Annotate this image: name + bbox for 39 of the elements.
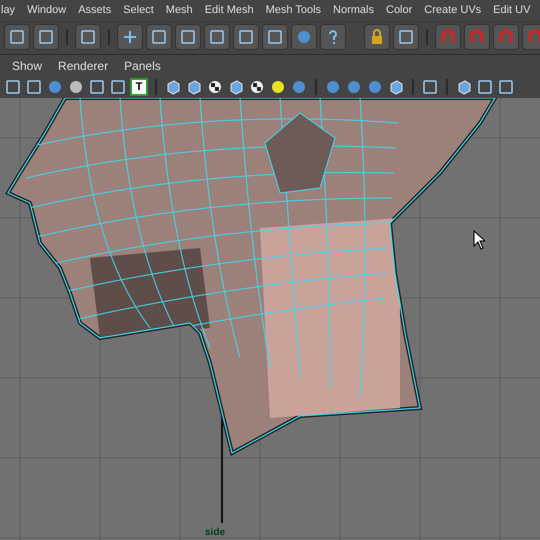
menu-item[interactable]: Color [386,2,412,19]
text-tool-icon[interactable]: T [130,78,148,96]
toolbar-button[interactable] [33,24,59,50]
sphere-icon[interactable] [324,78,342,96]
menu-item[interactable]: Normals [333,2,374,19]
toolbar-button[interactable] [262,24,288,50]
toolbar-button[interactable] [233,24,259,50]
menu-item[interactable]: Window [27,2,66,19]
menu-item[interactable]: Mesh Tools [266,2,322,19]
checker-icon[interactable] [248,78,266,96]
menu-item[interactable]: lay [1,2,16,19]
toolbar-button[interactable] [175,24,201,50]
light-icon[interactable] [269,78,287,96]
sphere-icon[interactable] [290,78,308,96]
menu-item[interactable]: Edit UV [493,2,530,19]
sphere-icon[interactable] [345,78,363,96]
toolbar-button[interactable] [320,24,346,50]
toolbar-button[interactable] [393,24,419,50]
toolbar-button[interactable] [4,24,30,50]
sphere-icon[interactable] [46,78,64,96]
layers-icon[interactable] [4,78,22,96]
menu-item[interactable]: Assets [78,2,112,19]
toolbar-button[interactable] [117,24,143,50]
menu-item[interactable]: Create UVs [424,2,482,19]
toolbar-button[interactable] [75,24,101,50]
toolbar-button[interactable] [364,24,390,50]
menu-item[interactable]: Select [123,2,154,19]
menu-item[interactable]: Renderer [58,56,108,74]
camera-label: side [205,527,226,539]
toolbar-button[interactable] [204,24,230,50]
cursor-icon [473,230,485,250]
menu-item[interactable]: Show [12,56,42,74]
menu-item[interactable]: Edit Mesh [204,2,254,19]
toolbar-button[interactable] [146,24,172,50]
checker-icon[interactable] [206,78,224,96]
menu-item[interactable]: Mesh [166,2,193,19]
toolbar-button[interactable] [291,24,317,50]
circle-icon[interactable] [67,78,85,96]
menu-item[interactable]: Panels [124,56,161,74]
